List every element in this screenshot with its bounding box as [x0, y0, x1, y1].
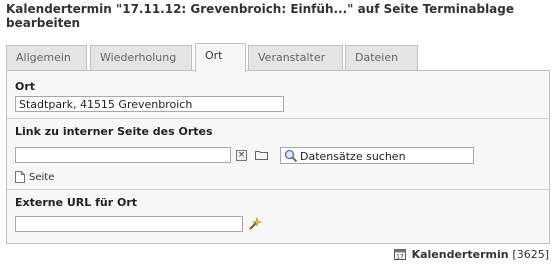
tab-panel-ort: Ort Link zu interner Seite des Ortes × D… [6, 70, 550, 244]
tab-ort[interactable]: Ort [195, 43, 246, 72]
tab-wiederholung[interactable]: Wiederholung [90, 45, 192, 71]
link-label: Link zu interner Seite des Ortes [15, 125, 213, 138]
section-link: Link zu interner Seite des Ortes × Daten… [7, 118, 549, 189]
tab-label: Allgemein [16, 51, 71, 64]
tab-label: Dateien [355, 51, 399, 64]
tab-veranstalter[interactable]: Veranstalter [248, 45, 343, 71]
allowed-table-page: Seite [29, 172, 55, 183]
calendar-icon: 17 [393, 249, 406, 261]
ort-input[interactable] [15, 96, 284, 112]
external-url-label: Externe URL für Ort [15, 196, 138, 209]
record-type: Kalendertermin [411, 247, 509, 261]
svg-text:17: 17 [396, 254, 404, 261]
page-title: Kalendertermin "17.11.12: Grevenbroich: … [6, 2, 515, 30]
close-icon[interactable]: × [236, 150, 247, 161]
record-search-input[interactable]: Datensätze suchen [280, 147, 474, 164]
link-wizard-icon[interactable] [248, 217, 262, 231]
page-icon [15, 171, 25, 183]
folder-icon[interactable] [255, 150, 268, 160]
section-ort: Ort [7, 71, 549, 118]
tab-label: Veranstalter [258, 51, 326, 64]
tab-allgemein[interactable]: Allgemein [6, 45, 87, 71]
ort-label: Ort [15, 80, 36, 93]
magnifier-icon [284, 149, 298, 163]
record-id: [3625] [512, 247, 549, 261]
record-info: 17 Kalendertermin [3625] [393, 246, 549, 262]
tab-dateien[interactable]: Dateien [345, 45, 418, 71]
tab-label: Ort [205, 49, 223, 62]
external-url-input[interactable] [15, 216, 243, 232]
record-label: Kalendertermin [3625] [412, 248, 549, 261]
tab-label: Wiederholung [100, 51, 177, 64]
section-external-url: Externe URL für Ort [7, 189, 549, 243]
link-input[interactable] [15, 147, 231, 163]
tab-bar: Allgemein Wiederholung Ort Veranstalter … [6, 43, 550, 72]
search-placeholder: Datensätze suchen [300, 150, 406, 163]
